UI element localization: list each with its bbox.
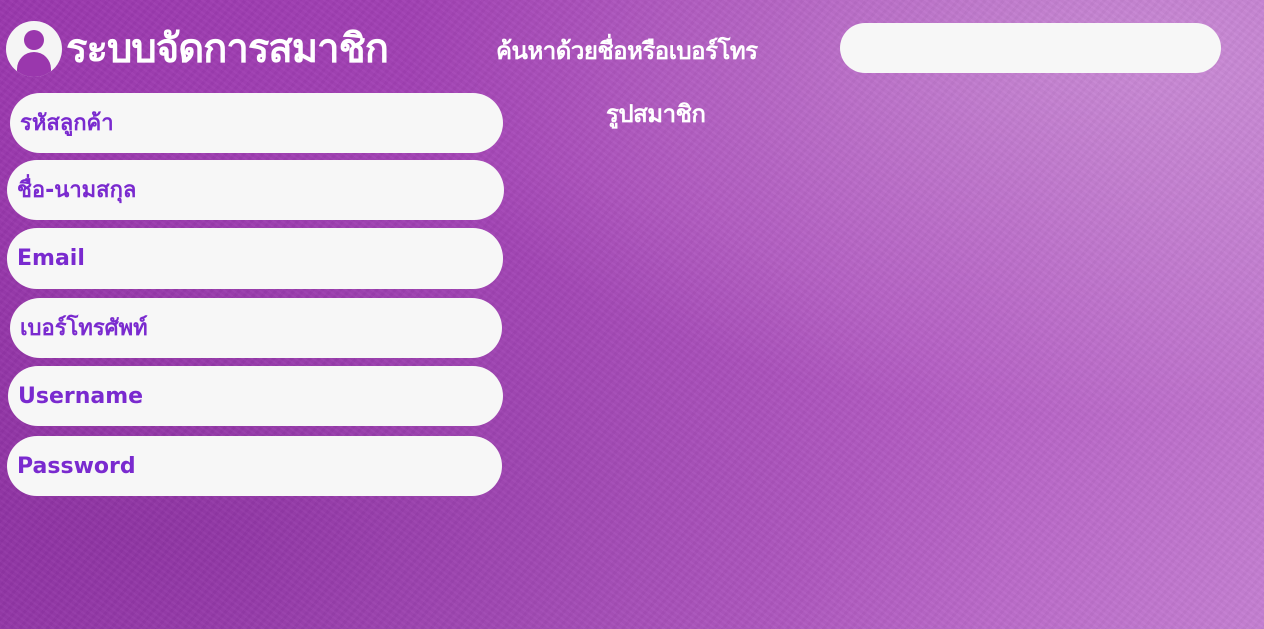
search-input[interactable] <box>840 23 1221 73</box>
password-field[interactable] <box>7 436 502 496</box>
username-field[interactable] <box>8 366 503 426</box>
user-avatar-icon <box>6 21 62 77</box>
avatar-shoulders-shape <box>17 52 51 77</box>
phone-field[interactable] <box>10 298 502 358</box>
customer-id-field[interactable] <box>10 93 503 153</box>
email-field[interactable] <box>7 228 503 289</box>
avatar-head-shape <box>24 30 44 50</box>
member-photo-label: รูปสมาชิก <box>606 100 706 128</box>
app-header: ระบบจัดการสมาชิก <box>6 20 389 78</box>
page-title: ระบบจัดการสมาชิก <box>66 26 389 72</box>
search-label: ค้นหาด้วยชื่อหรือเบอร์โทร <box>496 37 758 65</box>
fullname-field[interactable] <box>7 160 504 220</box>
